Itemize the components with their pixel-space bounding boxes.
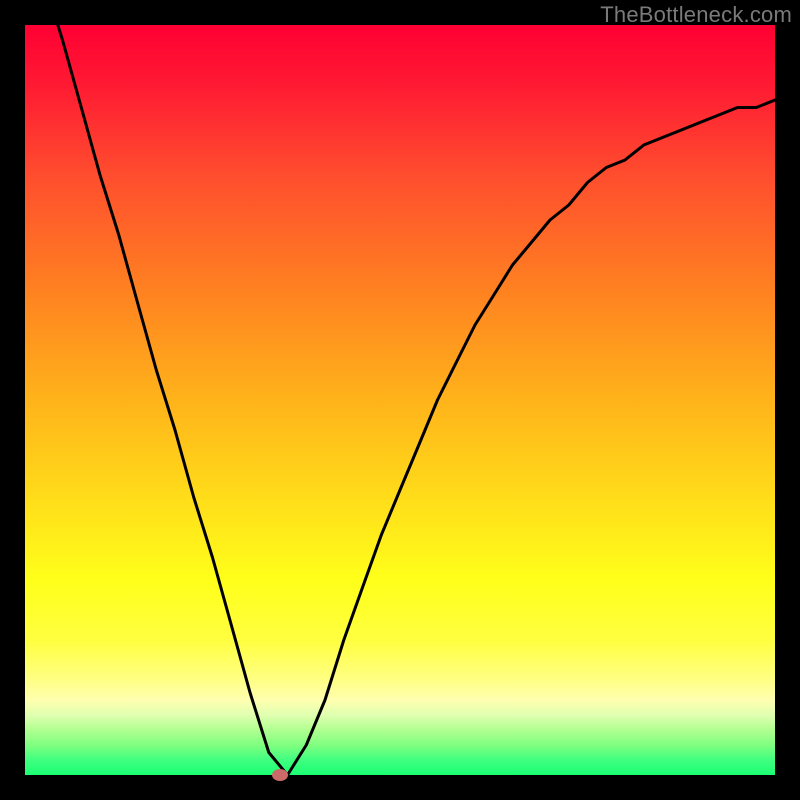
- chart-frame: TheBottleneck.com: [0, 0, 800, 800]
- minimum-marker: [272, 769, 288, 781]
- data-curve: [25, 25, 775, 775]
- plot-area: [25, 25, 775, 775]
- watermark-text: TheBottleneck.com: [600, 2, 792, 28]
